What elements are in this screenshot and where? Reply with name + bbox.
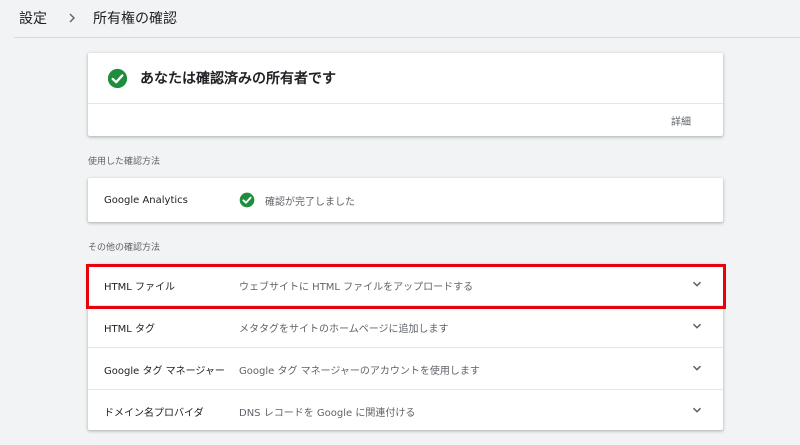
method-name: Google タグ マネージャー bbox=[104, 366, 225, 377]
detail-link[interactable]: 詳細 bbox=[671, 113, 691, 128]
chevron-down-icon[interactable] bbox=[691, 320, 703, 332]
owner-card-footer: 詳細 bbox=[88, 104, 723, 136]
chevron-right-icon bbox=[69, 13, 75, 23]
owner-card: あなたは確認済みの所有者です 詳細 bbox=[88, 53, 723, 136]
used-method-card: Google Analytics 確認が完了しました bbox=[88, 178, 723, 222]
method-description: メタタグをサイトのホームページに追加します bbox=[239, 324, 449, 335]
method-description: Google タグ マネージャーのアカウントを使用します bbox=[239, 366, 480, 377]
chevron-down-icon[interactable] bbox=[691, 404, 703, 416]
other-methods-label: その他の確認方法 bbox=[88, 243, 161, 253]
method-name: HTML タグ bbox=[104, 324, 156, 335]
used-method-name: Google Analytics bbox=[104, 194, 188, 206]
method-row-domain-provider[interactable]: ドメイン名プロバイダ DNS レコードを Google に関連付ける bbox=[88, 390, 723, 431]
used-method-label: 使用した確認方法 bbox=[88, 157, 161, 167]
owner-status-title: あなたは確認済みの所有者です bbox=[140, 71, 336, 87]
owner-card-header: あなたは確認済みの所有者です bbox=[88, 53, 723, 104]
header-divider bbox=[14, 37, 800, 38]
method-description: DNS レコードを Google に関連付ける bbox=[239, 408, 416, 419]
method-name: ドメイン名プロバイダ bbox=[104, 408, 204, 419]
chevron-down-icon[interactable] bbox=[691, 278, 703, 290]
method-row-html-tag[interactable]: HTML タグ メタタグをサイトのホームページに追加します bbox=[88, 306, 723, 348]
breadcrumb-current: 所有権の確認 bbox=[93, 11, 177, 27]
check-circle-icon bbox=[107, 68, 128, 88]
method-row-tag-manager[interactable]: Google タグ マネージャー Google タグ マネージャーのアカウントを… bbox=[88, 348, 723, 390]
other-methods-card: HTML ファイル ウェブサイトに HTML ファイルをアップロードする HTM… bbox=[88, 264, 723, 430]
breadcrumb-parent[interactable]: 設定 bbox=[19, 8, 47, 28]
method-row-html-file[interactable]: HTML ファイル ウェブサイトに HTML ファイルをアップロードする bbox=[88, 264, 723, 306]
chevron-down-icon[interactable] bbox=[691, 362, 703, 374]
method-name: HTML ファイル bbox=[104, 282, 176, 293]
used-method-status: 確認が完了しました bbox=[265, 196, 355, 208]
method-description: ウェブサイトに HTML ファイルをアップロードする bbox=[239, 282, 474, 293]
check-circle-icon bbox=[239, 192, 255, 208]
breadcrumb: 設定 所有権の確認 bbox=[19, 9, 177, 27]
